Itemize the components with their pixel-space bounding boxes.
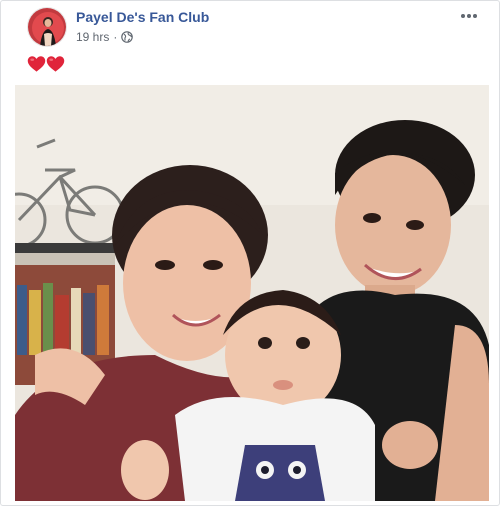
more-options-icon[interactable] xyxy=(457,7,481,25)
facebook-post: Payel De's Fan Club 19 hrs · xyxy=(0,0,500,506)
page-name-link[interactable]: Payel De's Fan Club xyxy=(76,9,209,25)
globe-icon[interactable] xyxy=(121,31,134,43)
photo-illustration xyxy=(15,85,489,501)
post-meta: 19 hrs · xyxy=(76,30,134,44)
red-heart-icon xyxy=(27,56,46,72)
post-timestamp[interactable]: 19 hrs xyxy=(76,30,109,44)
post-photo[interactable] xyxy=(15,85,489,501)
post-message xyxy=(27,55,65,75)
page-avatar[interactable] xyxy=(27,7,67,47)
meta-separator: · xyxy=(113,30,118,44)
red-heart-icon xyxy=(46,56,65,72)
post-header: Payel De's Fan Club 19 hrs · xyxy=(1,1,500,53)
